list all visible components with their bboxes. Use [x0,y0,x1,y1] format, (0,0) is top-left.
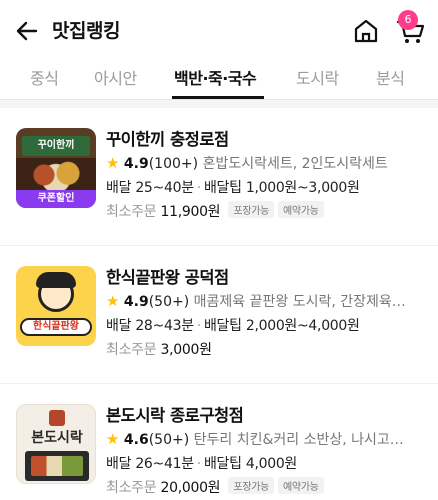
delivery-time: 28~43분 [135,318,194,334]
delivery-label: 배달 [106,318,132,334]
delivery-tip: 2,000원~4,000원 [245,318,360,334]
review-count: (100+) [148,156,199,172]
brand-mark-icon [49,410,65,426]
menu-summary: 혼밥도시락세트, 2인도시락세트 [202,156,388,172]
food-image [25,451,89,481]
rating-score: 4.9 [123,156,149,172]
cart-count-badge: 6 [398,10,418,30]
star-icon: ★ [106,430,120,448]
mascot-hair [36,272,76,288]
restaurant-name: 본도시락 종로구청점 [106,406,244,425]
thumbnail-brand-text: 꾸이한끼 [22,136,90,156]
restaurant-card[interactable]: 꾸이한끼 쿠폰할인 꾸이한끼 충정로점 ★ 4.9(100+) 혼밥도시락세트,… [0,108,438,246]
rating-line: ★ 4.9(50+) 매콤제육 끝판왕 도시락, 간장제육… [106,291,426,311]
rating-line: ★ 4.6(50+) 탄두리 치킨&커리 소반상, 나시고… [106,429,426,449]
category-tabs: 중식 아시안 백반·죽·국수 도시락 분식 [0,62,438,100]
restaurant-name: 한식끝판왕 공덕점 [106,268,229,287]
review-count: (50+) [148,294,190,310]
page-title: 맛집랭킹 [52,20,120,42]
menu-summary: 탄두리 치킨&커리 소반상, 나시고… [193,432,404,448]
delivery-info: 배달 26~41분 · 배달팁 4,000원 [106,456,298,472]
thumbnail-brand-text: 한식끝판왕 [20,318,92,336]
min-order-amount: 3,000원 [160,342,212,358]
delivery-label: 배달 [106,180,132,196]
back-arrow-icon[interactable] [14,18,40,44]
tab-korean-meals[interactable]: 백반·죽·국수 [174,65,257,89]
min-order-label: 최소주문 [106,204,157,220]
top-bar: 맛집랭킹 6 [0,0,438,60]
divider [0,100,438,108]
tab-snacks[interactable]: 분식 [376,65,405,89]
restaurant-thumbnail: 한식끝판왕 [16,266,96,346]
rating-line: ★ 4.9(100+) 혼밥도시락세트, 2인도시락세트 [106,153,426,173]
delivery-label: 배달 [106,456,132,472]
takeout-chip: 포장가능 [228,201,275,218]
tip-label: 배달팁 [203,180,242,196]
takeout-chip: 포장가능 [228,477,275,494]
delivery-tip: 4,000원 [245,456,298,472]
delivery-info: 배달 28~43분 · 배달팁 2,000원~4,000원 [106,318,360,334]
reservation-chip: 예약가능 [278,477,324,494]
rating-score: 4.6 [123,432,149,448]
tab-lunchbox[interactable]: 도시락 [296,65,339,89]
min-order-line: 최소주문 3,000원 [106,339,212,359]
min-order-label: 최소주문 [106,342,157,358]
min-order-amount: 20,000원 [160,480,221,496]
tip-label: 배달팁 [203,318,242,334]
restaurant-card[interactable]: 본도시락 본도시락 종로구청점 ★ 4.6(50+) 탄두리 치킨&커리 소반상… [0,384,438,500]
delivery-info: 배달 25~40분 · 배달팁 1,000원~3,000원 [106,180,360,196]
home-icon[interactable] [352,17,380,45]
restaurant-name: 꾸이한끼 충정로점 [106,130,229,149]
restaurant-thumbnail: 본도시락 [16,404,96,484]
active-tab-indicator [172,96,264,99]
reservation-chip: 예약가능 [278,201,324,218]
coupon-badge: 쿠폰할인 [16,190,96,208]
min-order-line: 최소주문 20,000원 포장가능 예약가능 [106,477,324,497]
tab-asian[interactable]: 아시안 [94,65,137,89]
delivery-tip: 1,000원~3,000원 [245,180,360,196]
food-image [16,158,96,192]
review-count: (50+) [148,432,190,448]
restaurant-card[interactable]: 한식끝판왕 한식끝판왕 공덕점 ★ 4.9(50+) 매콤제육 끝판왕 도시락,… [0,246,438,384]
star-icon: ★ [106,292,120,310]
thumbnail-brand-text: 본도시락 [31,430,83,446]
restaurant-thumbnail: 꾸이한끼 쿠폰할인 [16,128,96,208]
menu-summary: 매콤제육 끝판왕 도시락, 간장제육… [193,294,406,310]
tip-label: 배달팁 [203,456,242,472]
delivery-time: 26~41분 [135,456,194,472]
delivery-time: 25~40분 [135,180,194,196]
rating-score: 4.9 [123,294,149,310]
tab-chinese[interactable]: 중식 [30,65,59,89]
min-order-label: 최소주문 [106,480,157,496]
min-order-amount: 11,900원 [160,204,221,220]
min-order-line: 최소주문 11,900원 포장가능 예약가능 [106,201,324,221]
star-icon: ★ [106,154,120,172]
